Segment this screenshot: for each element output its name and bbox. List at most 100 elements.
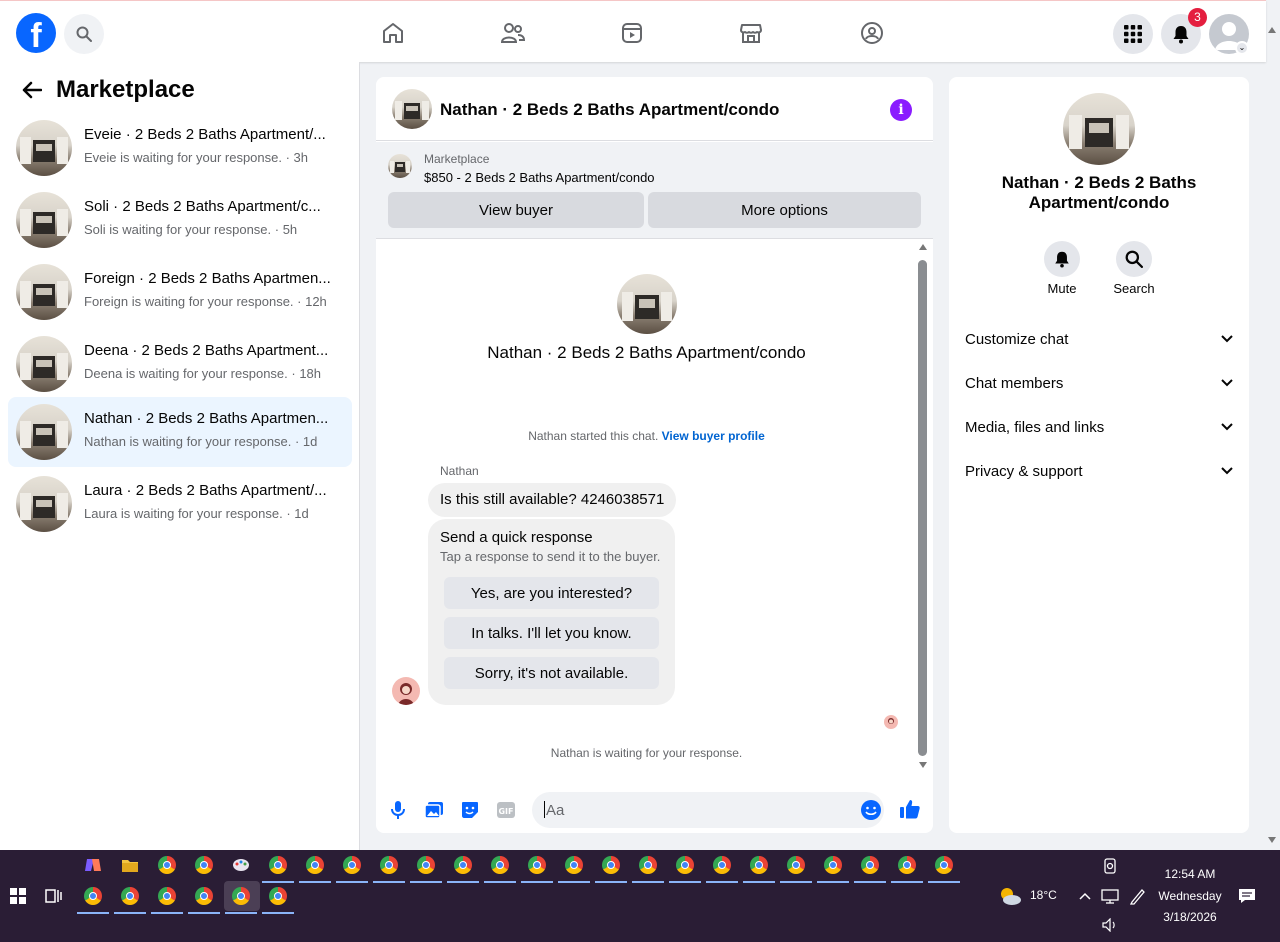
- notification-center-button[interactable]: [1235, 884, 1259, 908]
- mute-action[interactable]: Mute: [1027, 241, 1097, 296]
- start-button[interactable]: [10, 888, 26, 904]
- customize-chat-section[interactable]: Customize chat: [965, 324, 1233, 354]
- chrome-window-button[interactable]: [192, 853, 216, 877]
- chrome-window-button[interactable]: [262, 853, 294, 883]
- weather-widget[interactable]: [998, 884, 1022, 908]
- listing-price-title[interactable]: $850 - 2 Beds 2 Baths Apartment/condo: [424, 170, 655, 185]
- clock-day[interactable]: Wednesday: [1150, 889, 1230, 903]
- chrome-icon: [380, 856, 398, 874]
- search-button[interactable]: [64, 14, 104, 54]
- volume-button[interactable]: [1098, 913, 1122, 937]
- chrome-icon: [195, 856, 213, 874]
- chrome-window-button[interactable]: [817, 853, 849, 883]
- scroll-up-arrow[interactable]: [919, 244, 927, 250]
- chrome-window-button[interactable]: [410, 853, 442, 883]
- paint-app-button[interactable]: [229, 853, 253, 877]
- conversation-item[interactable]: Laura · 2 Beds 2 Baths Apartment/... Lau…: [8, 469, 352, 539]
- chrome-window-button[interactable]: [521, 853, 553, 883]
- details-thumbnail[interactable]: [1063, 93, 1135, 165]
- chrome-window-button[interactable]: [114, 884, 146, 914]
- notifications-button[interactable]: 3: [1161, 8, 1207, 54]
- network-button[interactable]: [1098, 884, 1122, 908]
- chrome-window-button[interactable]: [77, 884, 109, 914]
- chrome-window-button-active[interactable]: [225, 884, 257, 914]
- file-explorer-button[interactable]: [118, 853, 142, 877]
- privacy-support-section[interactable]: Privacy & support: [965, 456, 1233, 486]
- chrome-window-button[interactable]: [743, 853, 775, 883]
- chrome-window-button[interactable]: [891, 853, 923, 883]
- chrome-window-button[interactable]: [484, 853, 516, 883]
- attach-photo-button[interactable]: [424, 800, 444, 820]
- window-scroll-up-arrow[interactable]: [1268, 27, 1276, 33]
- chrome-window-button[interactable]: [558, 853, 590, 883]
- video-nav-button[interactable]: [612, 15, 652, 51]
- emoji-button[interactable]: [860, 799, 882, 821]
- conversation-item[interactable]: Soli · 2 Beds 2 Baths Apartment/c... Sol…: [8, 185, 352, 255]
- chat-scrollbar[interactable]: [917, 242, 929, 772]
- chat-members-section[interactable]: Chat members: [965, 368, 1233, 398]
- like-button[interactable]: [899, 798, 921, 820]
- chrome-window-button[interactable]: [299, 853, 331, 883]
- quick-response-option[interactable]: Yes, are you interested?: [444, 577, 659, 609]
- clock-time[interactable]: 12:54 AM: [1150, 867, 1230, 881]
- conversation-item-active[interactable]: Nathan · 2 Beds 2 Baths Apartmen... Nath…: [8, 397, 352, 467]
- info-icon[interactable]: i: [890, 99, 912, 121]
- chrome-window-button[interactable]: [706, 853, 738, 883]
- search-action[interactable]: Search: [1099, 241, 1169, 296]
- incoming-message-bubble[interactable]: Is this still available? 4246038571: [428, 483, 677, 517]
- sender-avatar[interactable]: [392, 677, 420, 705]
- search-in-chat-button[interactable]: [1116, 241, 1152, 277]
- chrome-window-button[interactable]: [780, 853, 812, 883]
- media-files-links-section[interactable]: Media, files and links: [965, 412, 1233, 442]
- account-chevron-icon[interactable]: ⌄: [1235, 41, 1249, 55]
- chrome-window-button[interactable]: [262, 884, 294, 914]
- gif-button[interactable]: GIF: [496, 800, 516, 820]
- conversation-item[interactable]: Foreign · 2 Beds 2 Baths Apartmen... For…: [8, 257, 352, 327]
- scroll-down-arrow[interactable]: [919, 762, 927, 768]
- chrome-window-button[interactable]: [854, 853, 886, 883]
- chrome-window-button[interactable]: [928, 853, 960, 883]
- emoji-icon: [861, 800, 881, 820]
- chrome-window-button[interactable]: [336, 853, 368, 883]
- chrome-window-button[interactable]: [188, 884, 220, 914]
- voice-clip-button[interactable]: [388, 800, 408, 820]
- view-buyer-profile-link[interactable]: View buyer profile: [662, 429, 765, 443]
- friends-nav-button[interactable]: [493, 15, 533, 51]
- marketplace-sidebar: Marketplace Eveie · 2 Beds 2 Baths Apart…: [0, 62, 360, 850]
- chrome-window-button[interactable]: [151, 884, 183, 914]
- chrome-window-button[interactable]: [447, 853, 479, 883]
- temperature-text[interactable]: 18°C: [1030, 888, 1057, 902]
- chat-header-thumbnail[interactable]: [392, 89, 432, 129]
- chrome-window-button[interactable]: [373, 853, 405, 883]
- chrome-window-button[interactable]: [632, 853, 664, 883]
- clock-date[interactable]: 3/18/2026: [1150, 910, 1230, 924]
- home-nav-button[interactable]: [373, 15, 413, 51]
- menu-button[interactable]: [1113, 14, 1153, 54]
- back-button[interactable]: [20, 78, 44, 102]
- conversation-item[interactable]: Deena · 2 Beds 2 Baths Apartment... Deen…: [8, 329, 352, 399]
- window-scroll-down-arrow[interactable]: [1268, 837, 1276, 843]
- chrome-window-button[interactable]: [669, 853, 701, 883]
- mute-button[interactable]: [1044, 241, 1080, 277]
- chrome-window-button[interactable]: [155, 853, 179, 877]
- copilot-app-button[interactable]: [81, 853, 105, 877]
- chrome-window-button[interactable]: [595, 853, 627, 883]
- pen-menu-button[interactable]: [1126, 884, 1150, 908]
- quick-response-option[interactable]: Sorry, it's not available.: [444, 657, 659, 689]
- scrollbar-thumb[interactable]: [918, 260, 927, 756]
- chat-header-title[interactable]: Nathan · 2 Beds 2 Baths Apartment/condo: [440, 100, 779, 120]
- message-input[interactable]: Aa: [532, 792, 884, 828]
- facebook-logo[interactable]: f: [16, 13, 56, 53]
- meet-now-button[interactable]: [1098, 854, 1122, 878]
- conversation-item[interactable]: Eveie · 2 Beds 2 Baths Apartment/... Eve…: [8, 113, 352, 183]
- task-view-button[interactable]: [42, 884, 66, 908]
- more-options-button[interactable]: More options: [648, 192, 921, 228]
- chrome-icon: [84, 887, 102, 905]
- view-buyer-button[interactable]: View buyer: [388, 192, 644, 228]
- groups-nav-button[interactable]: [852, 15, 892, 51]
- quick-response-option[interactable]: In talks. I'll let you know.: [444, 617, 659, 649]
- show-hidden-icons-button[interactable]: [1073, 884, 1097, 908]
- sticker-button[interactable]: [460, 800, 480, 820]
- marketplace-nav-button[interactable]: [731, 15, 771, 51]
- running-indicator: [780, 881, 812, 883]
